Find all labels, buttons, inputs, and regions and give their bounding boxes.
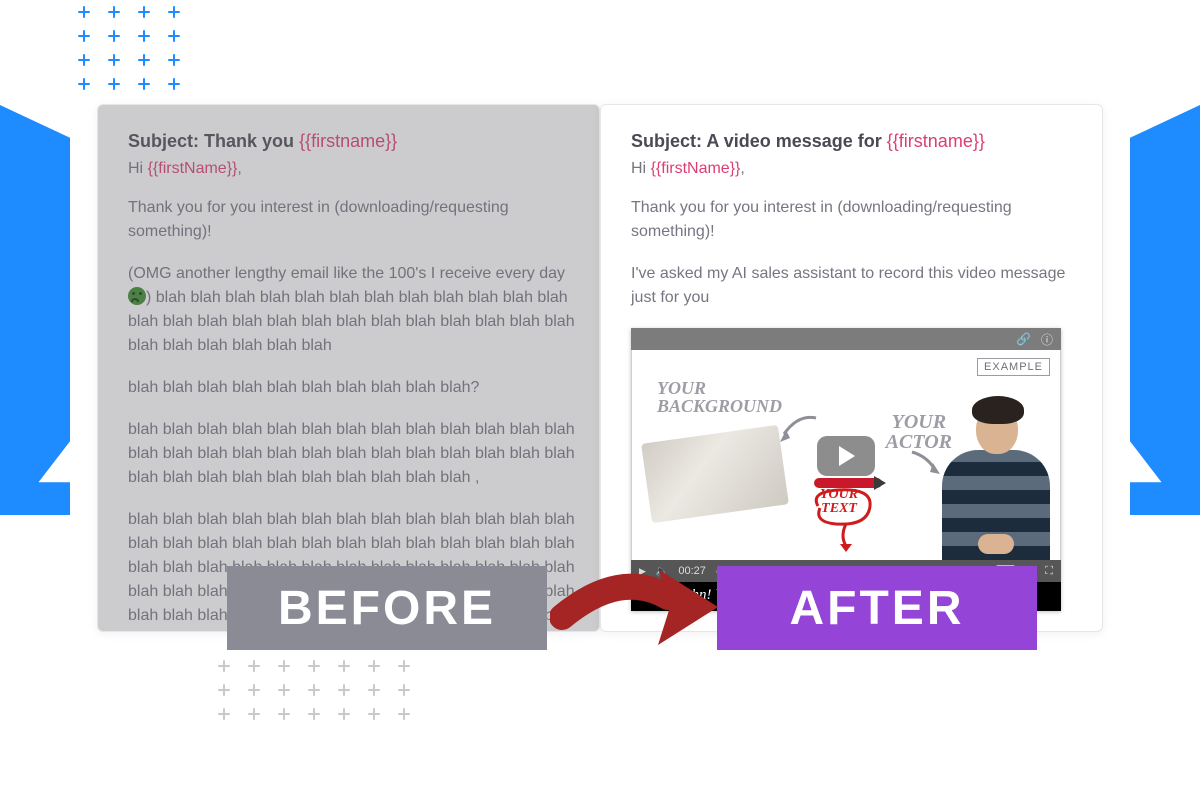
subject-text: Thank you bbox=[204, 131, 294, 151]
decor-blue-right bbox=[1130, 105, 1200, 515]
after-p2: I've asked my AI sales assistant to reco… bbox=[631, 262, 1078, 310]
play-button-icon[interactable] bbox=[817, 436, 875, 476]
decor-blue-left bbox=[0, 105, 70, 515]
subject-text: A video message for bbox=[706, 131, 881, 151]
after-subject: Subject: A video message for {{firstname… bbox=[631, 131, 1078, 152]
subject-token: {{firstname}} bbox=[887, 131, 985, 151]
email-card-after: Subject: A video message for {{firstname… bbox=[600, 104, 1103, 632]
decor-plus-grid-top bbox=[78, 6, 180, 90]
after-badge: AFTER bbox=[717, 566, 1037, 650]
before-p3: blah blah blah blah blah blah blah blah … bbox=[128, 376, 575, 400]
after-p1: Thank you for you interest in (downloadi… bbox=[631, 196, 1078, 244]
video-canvas[interactable]: EXAMPLE YOURBACKGROUND YOURACTOR YOURTEX… bbox=[631, 350, 1061, 560]
before-p2: (OMG another lengthy email like the 100'… bbox=[128, 262, 575, 358]
before-badge: BEFORE bbox=[227, 566, 547, 650]
email-card-before: Subject: Thank you {{firstname}} Hi {{fi… bbox=[97, 104, 600, 632]
nauseated-face-icon bbox=[128, 287, 146, 305]
share-icon[interactable]: 🔗 bbox=[1016, 332, 1031, 346]
controls-fullscreen-icon[interactable] bbox=[1045, 565, 1053, 578]
arrow-to-text-icon bbox=[836, 524, 856, 552]
background-thumbnail bbox=[641, 425, 789, 523]
info-icon[interactable]: ⓘ bbox=[1041, 331, 1053, 348]
before-p1: Thank you for you interest in (downloadi… bbox=[128, 196, 575, 244]
before-subject: Subject: Thank you {{firstname}} bbox=[128, 131, 575, 152]
actor-figure bbox=[938, 390, 1054, 560]
before-p4: blah blah blah blah blah blah blah blah … bbox=[128, 418, 575, 490]
decor-plus-grid-bottom bbox=[218, 660, 410, 720]
before-greeting: Hi {{firstName}}, bbox=[128, 160, 575, 178]
subject-label: Subject: bbox=[631, 131, 702, 151]
subject-label: Subject: bbox=[128, 131, 199, 151]
example-badge: EXAMPLE bbox=[977, 358, 1050, 376]
arrow-to-background-icon bbox=[778, 414, 818, 444]
before-after-arrow-icon bbox=[550, 559, 720, 654]
after-greeting: Hi {{firstName}}, bbox=[631, 160, 1078, 178]
subject-token: {{firstname}} bbox=[299, 131, 397, 151]
label-your-background: YOURBACKGROUND bbox=[657, 379, 782, 415]
video-topbar: 🔗 ⓘ bbox=[631, 328, 1061, 350]
label-your-text: YOURTEXT bbox=[820, 488, 858, 516]
